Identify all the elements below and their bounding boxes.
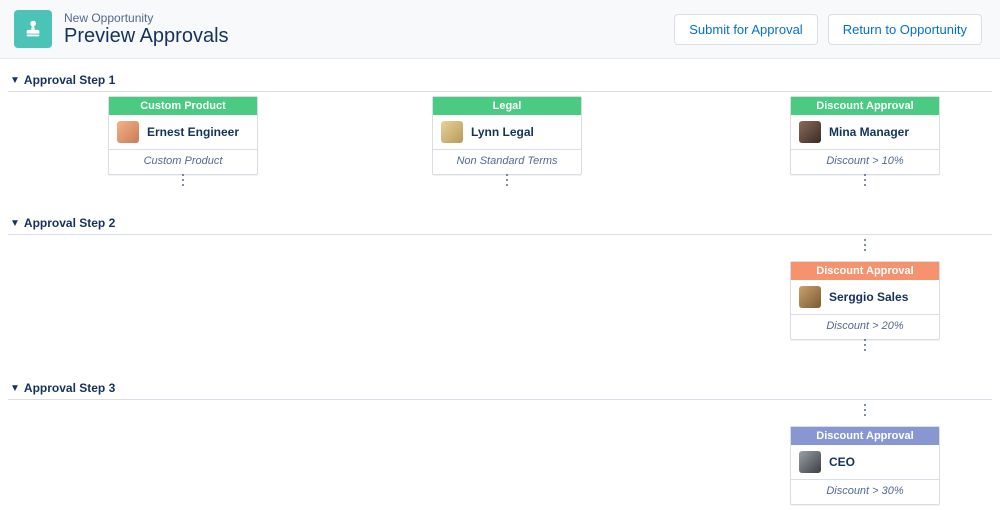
approval-steps: ▼ Approval Step 1 Custom Product Ernest … [0,59,1000,510]
approval-rule: Discount > 30% [791,480,939,504]
approver-name: CEO [829,455,855,469]
connector-dots-icon [864,174,866,186]
chevron-down-icon: ▼ [10,383,20,394]
card-title: Custom Product [109,97,257,115]
approver-name: Serggio Sales [829,290,908,304]
avatar [799,286,821,308]
approval-rule: Non Standard Terms [433,150,581,174]
approval-card: Custom Product Ernest Engineer Custom Pr… [108,96,258,175]
step-label: Approval Step 1 [24,73,115,87]
approver-name: Lynn Legal [471,125,534,139]
connector-dots-icon [864,239,866,251]
approval-rule: Discount > 10% [791,150,939,174]
approver-name: Ernest Engineer [147,125,239,139]
approver-name: Mina Manager [829,125,909,139]
avatar [799,451,821,473]
approval-card: Legal Lynn Legal Non Standard Terms [432,96,582,175]
card-title: Discount Approval [791,262,939,280]
card-title: Discount Approval [791,427,939,445]
avatar [799,121,821,143]
avatar [117,121,139,143]
return-to-opportunity-button[interactable]: Return to Opportunity [828,14,982,45]
step-3-header[interactable]: ▼ Approval Step 3 [8,375,992,400]
card-title: Discount Approval [791,97,939,115]
connector-dots-icon [182,174,184,186]
chevron-down-icon: ▼ [10,75,20,86]
approval-stamp-icon [14,10,52,48]
chevron-down-icon: ▼ [10,218,20,229]
header-left: New Opportunity Preview Approvals [14,10,229,48]
step-3-body: Discount Approval CEO Discount > 30% [8,400,992,510]
approval-rule: Discount > 20% [791,315,939,339]
step-label: Approval Step 2 [24,216,115,230]
step-2-body: Discount Approval Serggio Sales Discount… [8,235,992,375]
page-title: Preview Approvals [64,25,229,47]
submit-for-approval-button[interactable]: Submit for Approval [674,14,817,45]
approval-card: Discount Approval Serggio Sales Discount… [790,239,940,340]
connector-dots-icon [506,174,508,186]
approval-rule: Custom Product [109,150,257,174]
breadcrumb: New Opportunity [64,11,229,25]
step-2-header[interactable]: ▼ Approval Step 2 [8,210,992,235]
approval-card: Discount Approval CEO Discount > 30% [790,404,940,505]
step-1-header[interactable]: ▼ Approval Step 1 [8,67,992,92]
page-header: New Opportunity Preview Approvals Submit… [0,0,1000,59]
step-label: Approval Step 3 [24,381,115,395]
avatar [441,121,463,143]
connector-dots-icon [864,404,866,416]
card-title: Legal [433,97,581,115]
connector-dots-icon [864,339,866,351]
title-block: New Opportunity Preview Approvals [64,11,229,47]
header-actions: Submit for Approval Return to Opportunit… [674,14,982,45]
step-1-body: Custom Product Ernest Engineer Custom Pr… [8,92,992,210]
approval-card: Discount Approval Mina Manager Discount … [790,96,940,175]
